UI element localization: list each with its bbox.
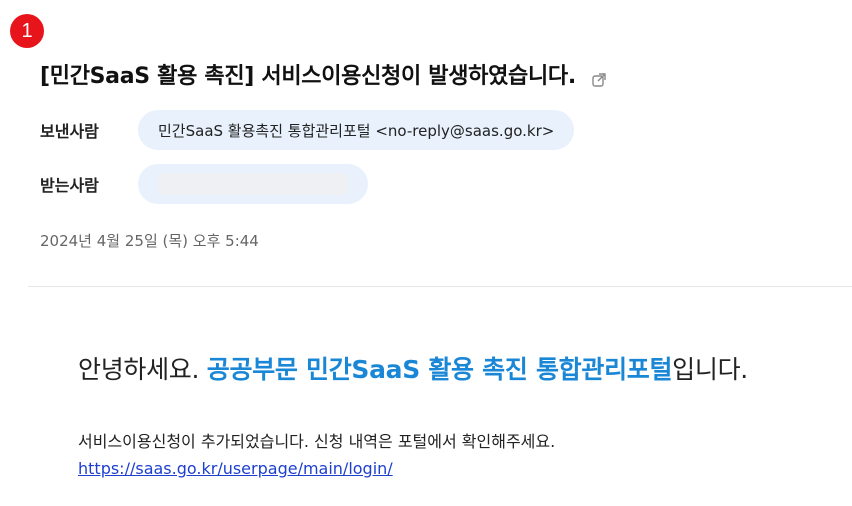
step-badge: 1 <box>10 14 44 48</box>
sent-date: 2024년 4월 25일 (목) 오후 5:44 <box>40 232 259 250</box>
receiver-label: 받는사람 <box>40 176 99 195</box>
greeting-prefix: 안녕하세요. <box>78 355 207 384</box>
receiver-row: 받는사람 <box>40 164 368 204</box>
external-link-icon[interactable] <box>591 69 607 87</box>
header-divider <box>28 286 852 287</box>
sender-label: 보낸사람 <box>40 122 99 141</box>
subject-text: [민간SaaS 활용 촉진] 서비스이용신청이 발생하였습니다. <box>40 64 576 89</box>
login-link[interactable]: https://saas.go.kr/userpage/main/login/ <box>78 459 393 478</box>
greeting: 안녕하세요. 공공부문 민간SaaS 활용 촉진 통합관리포털입니다. <box>78 350 748 386</box>
notice-text: 서비스이용신청이 추가되었습니다. 신청 내역은 포털에서 확인해주세요. <box>78 432 556 451</box>
greeting-highlight: 공공부문 민간SaaS 활용 촉진 통합관리포털 <box>206 355 673 384</box>
receiver-chip[interactable] <box>138 164 368 204</box>
greeting-suffix: 입니다. <box>672 355 748 384</box>
receiver-value-redacted <box>158 173 348 195</box>
email-subject: [민간SaaS 활용 촉진] 서비스이용신청이 발생하였습니다. <box>40 58 607 90</box>
sender-row: 보낸사람 민간SaaS 활용촉진 통합관리포털 <no-reply@saas.g… <box>40 110 575 150</box>
sender-chip[interactable]: 민간SaaS 활용촉진 통합관리포털 <no-reply@saas.go.kr> <box>138 110 575 150</box>
